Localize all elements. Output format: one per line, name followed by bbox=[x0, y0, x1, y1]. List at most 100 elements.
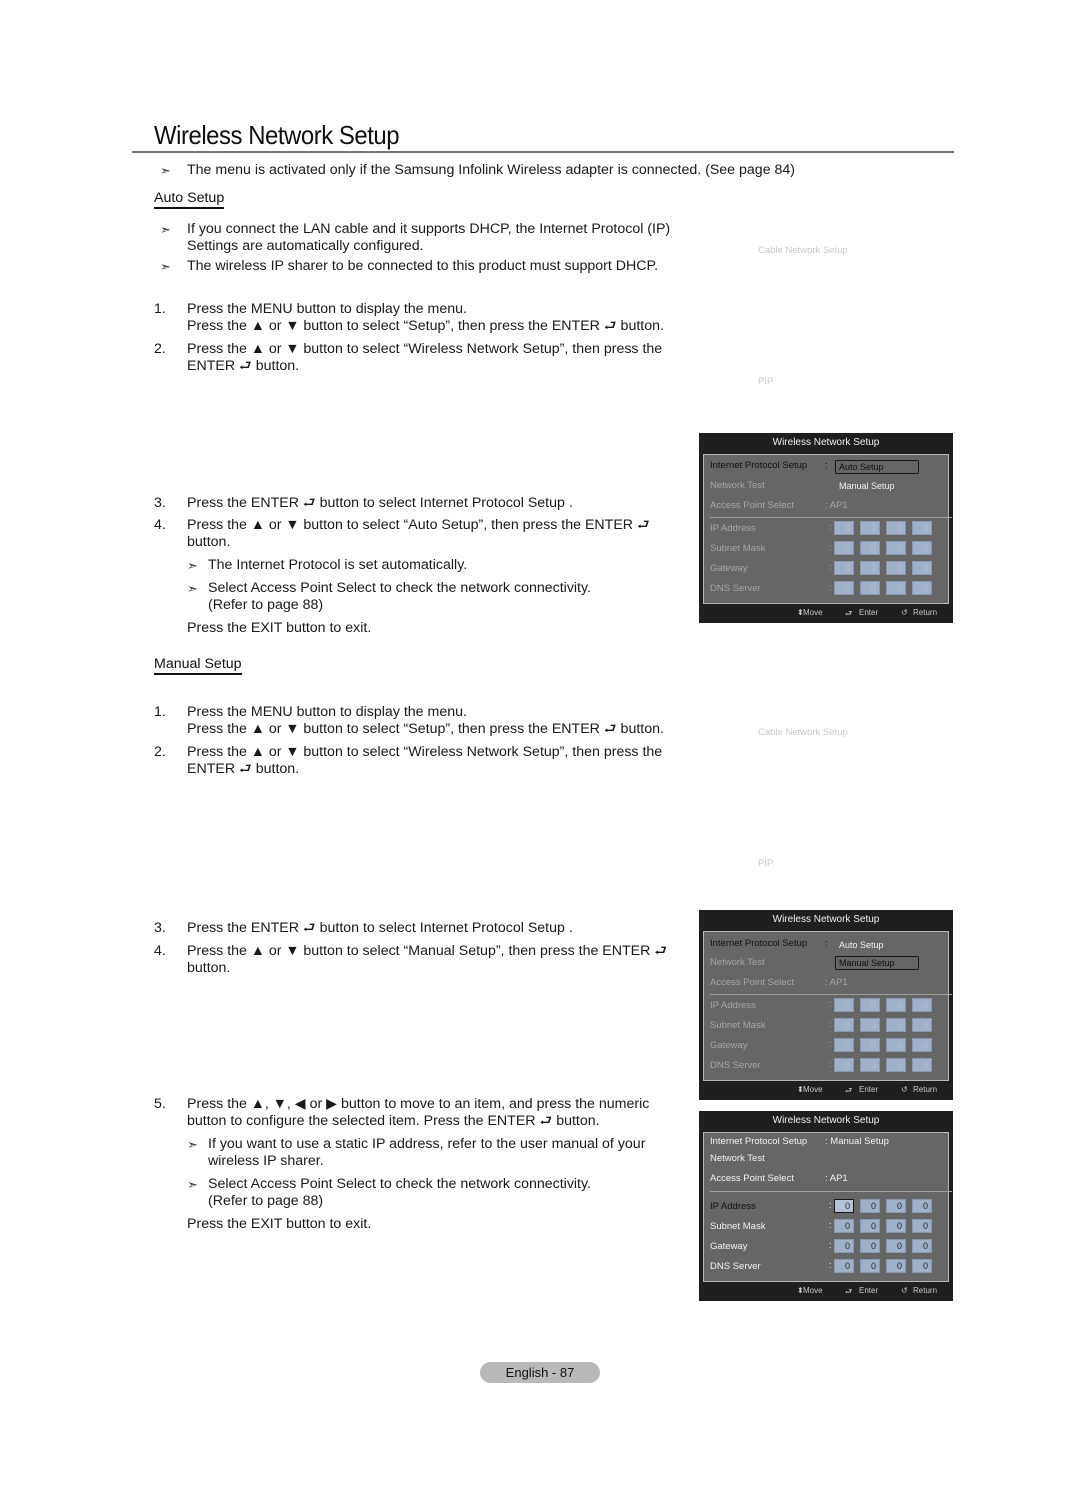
auto-step-2-line1: Press the ▲ or ▼ button to select “Wirel… bbox=[187, 341, 663, 357]
osd-ip-octet-field[interactable]: 0 bbox=[860, 521, 880, 535]
osd-footer: ⬍ Move ⮐ Enter ↺ Return bbox=[699, 605, 953, 623]
osd-network-test-label[interactable]: Network Test bbox=[710, 1153, 765, 1164]
note-arrow-icon: ➣ bbox=[187, 581, 198, 596]
osd-ip-octet-field[interactable]: 0 bbox=[860, 1259, 880, 1273]
auto-note-2: The wireless IP sharer to be connected t… bbox=[187, 258, 659, 274]
osd-ip-octet-field[interactable]: 0 bbox=[912, 581, 932, 595]
osd-colon: : bbox=[829, 522, 832, 532]
osd-ip-octet-field[interactable]: 0 bbox=[886, 541, 906, 555]
osd-ip-octet-field[interactable]: 0 bbox=[886, 561, 906, 575]
note-arrow-icon: ➣ bbox=[187, 558, 198, 573]
osd-move-label: Move bbox=[803, 1085, 823, 1094]
osd-ip-octet-field[interactable]: 0 bbox=[886, 581, 906, 595]
osd-ip-octet-field[interactable]: 0 bbox=[886, 1199, 906, 1213]
osd-ip-octet-field[interactable]: 0 bbox=[860, 1219, 880, 1233]
osd-ap-select-label[interactable]: Access Point Select bbox=[710, 1173, 794, 1184]
osd-ip-octet-field[interactable]: 0 bbox=[912, 1038, 932, 1052]
osd-ip-octet-field[interactable]: 0 bbox=[834, 1219, 854, 1233]
osd-move-label: Move bbox=[803, 608, 823, 617]
osd-ip-octet-field[interactable]: 0 bbox=[912, 521, 932, 535]
osd-return-label: Return bbox=[913, 608, 938, 617]
osd-ip-setup-label[interactable]: Internet Protocol Setup bbox=[710, 1136, 807, 1147]
osd-colon: : bbox=[829, 1019, 832, 1029]
osd-ip-octet-field[interactable]: 0 bbox=[912, 1259, 932, 1273]
osd-ip-octet-field[interactable]: 0 bbox=[860, 541, 880, 555]
osd-ip-octet-field[interactable]: 0 bbox=[834, 521, 854, 535]
auto-step-3-num: 3. bbox=[154, 495, 166, 511]
osd-ip-octet-field[interactable]: 0 bbox=[860, 1018, 880, 1032]
auto-exit-text: Press the EXIT button to exit. bbox=[187, 620, 372, 636]
osd-option-manual-setup[interactable]: Manual Setup bbox=[839, 958, 895, 968]
auto-step-2-num: 2. bbox=[154, 341, 166, 357]
page-title: Wireless Network Setup bbox=[154, 120, 400, 150]
osd-ip-octet-field[interactable]: 0 bbox=[860, 998, 880, 1012]
osd-ip-octet-field[interactable]: 0 bbox=[860, 1239, 880, 1253]
osd-option-auto-setup[interactable]: Auto Setup bbox=[839, 940, 884, 950]
osd-ip-octet-field[interactable]: 0 bbox=[860, 1038, 880, 1052]
osd-ip-setup-label[interactable]: Internet Protocol Setup bbox=[710, 460, 807, 471]
osd-ap-select-label[interactable]: Access Point Select bbox=[710, 500, 794, 511]
manual-step-5-line2: button to configure the selected item. P… bbox=[187, 1113, 600, 1129]
osd-ip-octet-field[interactable]: 0 bbox=[860, 581, 880, 595]
osd-ip-octet-field[interactable]: 0 bbox=[886, 1259, 906, 1273]
osd-option-manual-setup[interactable]: Manual Setup bbox=[839, 481, 895, 491]
osd-ip-octet-field[interactable]: 0 bbox=[886, 1038, 906, 1052]
osd-ip-octet-field[interactable]: 0 bbox=[886, 1239, 906, 1253]
manual-step-4-line1: Press the ▲ or ▼ button to select “Manua… bbox=[187, 943, 668, 959]
osd-ip-octet-field[interactable]: 0 bbox=[834, 1038, 854, 1052]
osd-ip-octet-field[interactable]: 0 bbox=[912, 1199, 932, 1213]
osd-ip-octet-field[interactable]: 0 bbox=[834, 1018, 854, 1032]
osd-ip-octet-field[interactable]: 0 bbox=[886, 1058, 906, 1072]
manual-step-1-line2: Press the ▲ or ▼ button to select “Setup… bbox=[187, 721, 664, 737]
osd-ip-octet-field[interactable]: 0 bbox=[860, 561, 880, 575]
manual-step-4-line2: button. bbox=[187, 960, 231, 976]
auto-note-1-line2: Settings are automatically configured. bbox=[187, 238, 424, 254]
osd-ip-octet-field[interactable]: 0 bbox=[860, 1199, 880, 1213]
osd-ip-octet-field[interactable]: 0 bbox=[834, 1199, 854, 1213]
osd-ip-octet-field[interactable]: 0 bbox=[912, 541, 932, 555]
osd-title: Wireless Network Setup bbox=[772, 437, 880, 448]
osd-ip-octet-field[interactable]: 0 bbox=[834, 561, 854, 575]
note-arrow-icon: ➣ bbox=[160, 259, 171, 274]
osd-dns-server-label: DNS Server bbox=[710, 583, 761, 594]
osd-ip-octet-field[interactable]: 0 bbox=[886, 998, 906, 1012]
osd-option-auto-setup[interactable]: Auto Setup bbox=[839, 462, 884, 472]
osd-ip-octet-field[interactable]: 0 bbox=[912, 1018, 932, 1032]
osd-colon: : bbox=[829, 1220, 832, 1230]
osd-ip-octet-field[interactable]: 0 bbox=[834, 541, 854, 555]
osd-network-test-label[interactable]: Network Test bbox=[710, 957, 765, 968]
osd-ip-octet-field[interactable]: 0 bbox=[834, 581, 854, 595]
osd-ip-octet-field[interactable]: 0 bbox=[912, 998, 932, 1012]
osd-ip-octet-field[interactable]: 0 bbox=[886, 1018, 906, 1032]
osd-ap-select-label[interactable]: Access Point Select bbox=[710, 977, 794, 988]
enter-icon: ⮐ bbox=[845, 1287, 853, 1296]
manual-subnote-2-line2: (Refer to page 88) bbox=[208, 1193, 324, 1209]
page-number-badge: English - 87 bbox=[480, 1362, 600, 1383]
auto-subnote-1: The Internet Protocol is set automatical… bbox=[208, 557, 468, 573]
osd-ip-octet-field[interactable]: 0 bbox=[834, 998, 854, 1012]
auto-note-1-line1: If you connect the LAN cable and it supp… bbox=[187, 221, 671, 237]
osd-colon: : bbox=[829, 1039, 832, 1049]
osd-ip-octet-field[interactable]: 0 bbox=[834, 1259, 854, 1273]
osd-gateway-label: Gateway bbox=[710, 1040, 748, 1051]
osd-ip-octet-field[interactable]: 0 bbox=[834, 1239, 854, 1253]
osd-ip-octet-field[interactable]: 0 bbox=[912, 1239, 932, 1253]
osd-ip-octet-field[interactable]: 0 bbox=[886, 521, 906, 535]
auto-subnote-2-line1: Select Access Point Select to check the … bbox=[208, 580, 591, 596]
auto-step-3-line1: Press the ENTER ⮐ button to select Inter… bbox=[187, 495, 573, 511]
osd-network-test-label[interactable]: Network Test bbox=[710, 480, 765, 491]
osd-ip-octet-field[interactable]: 0 bbox=[886, 1219, 906, 1233]
osd-ip-octet-field[interactable]: 0 bbox=[912, 1219, 932, 1233]
osd-ip-setup-value[interactable]: : Manual Setup bbox=[825, 1136, 889, 1147]
manual-setup-heading: Manual Setup bbox=[154, 656, 242, 675]
osd-ip-octet-field[interactable]: 0 bbox=[912, 1058, 932, 1072]
osd-ip-octet-field[interactable]: 0 bbox=[860, 1058, 880, 1072]
manual-step-4-num: 4. bbox=[154, 943, 166, 959]
osd-colon: : bbox=[829, 999, 832, 1009]
return-icon: ↺ bbox=[901, 1085, 908, 1094]
osd-enter-label: Enter bbox=[859, 1286, 879, 1295]
osd-ip-octet-field[interactable]: 0 bbox=[912, 561, 932, 575]
osd-ip-setup-label[interactable]: Internet Protocol Setup bbox=[710, 938, 807, 949]
osd-gateway-label: Gateway bbox=[710, 1241, 748, 1252]
osd-ip-octet-field[interactable]: 0 bbox=[834, 1058, 854, 1072]
